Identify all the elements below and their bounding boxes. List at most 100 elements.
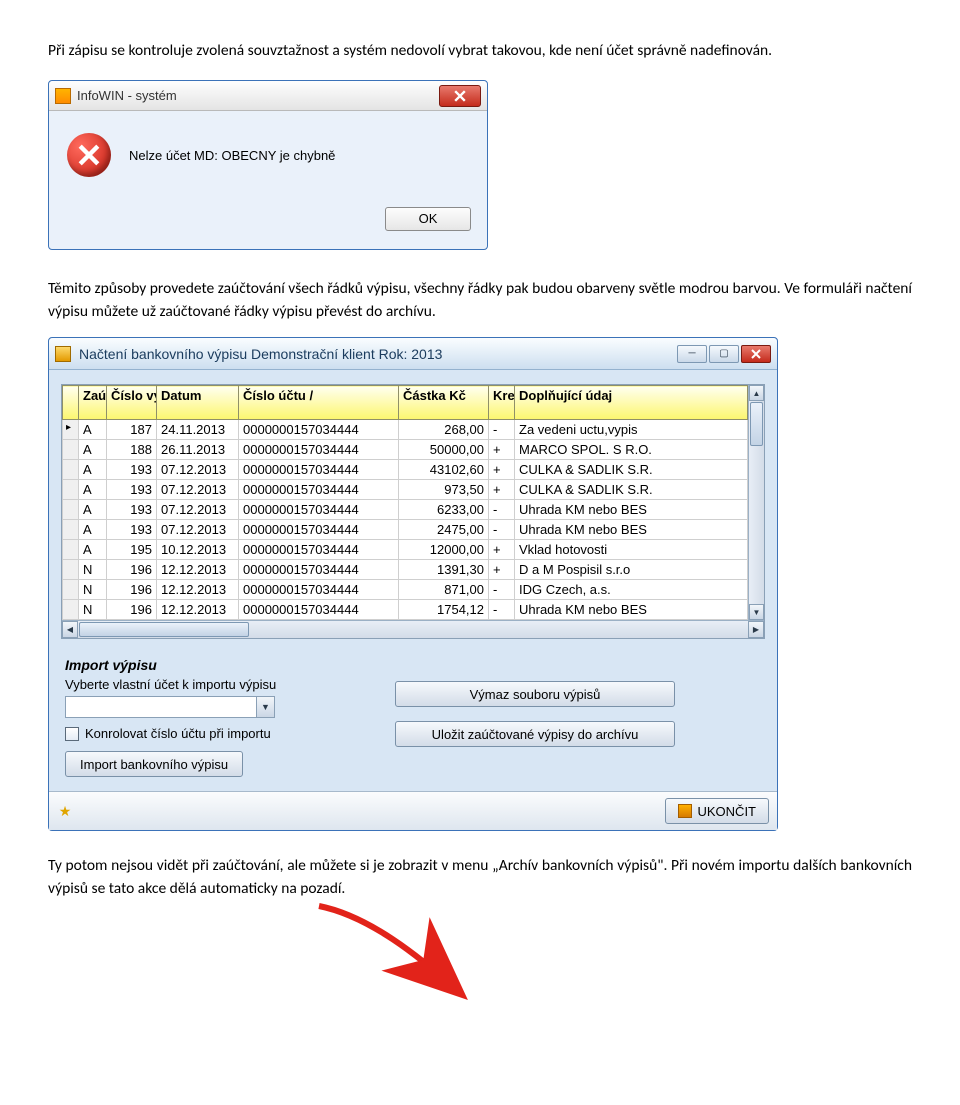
cell[interactable]: 07.12.2013 [157, 500, 239, 520]
cell[interactable]: D a M Pospisil s.r.o [515, 560, 748, 580]
window-titlebar[interactable]: Načtení bankovního výpisu Demonstrační k… [49, 338, 777, 370]
cell[interactable]: + [489, 540, 515, 560]
col-kredit[interactable]: Kre [489, 386, 515, 420]
table-row[interactable]: N19612.12.201300000001570344441754,12-Uh… [63, 600, 748, 620]
cell[interactable]: + [489, 460, 515, 480]
scroll-thumb[interactable] [750, 402, 763, 446]
cell[interactable]: 43102,60 [399, 460, 489, 480]
cell[interactable]: A [79, 500, 107, 520]
col-datum[interactable]: Datum [157, 386, 239, 420]
cell[interactable]: 195 [107, 540, 157, 560]
cell[interactable]: - [489, 500, 515, 520]
table-row[interactable]: A18724.11.20130000000157034444268,00-Za … [63, 420, 748, 440]
cell[interactable]: 871,00 [399, 580, 489, 600]
cell[interactable]: 07.12.2013 [157, 460, 239, 480]
cell[interactable]: - [489, 420, 515, 440]
maximize-button[interactable]: ▢ [709, 345, 739, 363]
cell[interactable]: 1754,12 [399, 600, 489, 620]
cell[interactable]: - [489, 600, 515, 620]
cell[interactable]: 50000,00 [399, 440, 489, 460]
cell[interactable]: 187 [107, 420, 157, 440]
account-combo[interactable]: ▼ [65, 696, 275, 718]
cell[interactable]: + [489, 560, 515, 580]
cell[interactable]: 6233,00 [399, 500, 489, 520]
cell[interactable]: 193 [107, 460, 157, 480]
cell[interactable]: N [79, 580, 107, 600]
col-cislo-uctu[interactable]: Číslo účtu / [239, 386, 399, 420]
cell[interactable]: N [79, 600, 107, 620]
cell[interactable]: 12.12.2013 [157, 600, 239, 620]
cell[interactable]: - [489, 520, 515, 540]
cell[interactable]: A [79, 440, 107, 460]
check-account-checkbox[interactable] [65, 727, 79, 741]
cell[interactable]: 0000000157034444 [239, 440, 399, 460]
cell[interactable]: Za vedeni uctu,vypis [515, 420, 748, 440]
cell[interactable]: Uhrada KM nebo BES [515, 520, 748, 540]
cell[interactable]: 188 [107, 440, 157, 460]
cell[interactable]: + [489, 440, 515, 460]
scroll-down-icon[interactable]: ▼ [749, 604, 764, 620]
cell[interactable]: 26.11.2013 [157, 440, 239, 460]
cell[interactable]: 0000000157034444 [239, 520, 399, 540]
cell[interactable]: 0000000157034444 [239, 580, 399, 600]
cell[interactable]: 0000000157034444 [239, 480, 399, 500]
cell[interactable]: 196 [107, 600, 157, 620]
table-row[interactable]: N19612.12.20130000000157034444871,00-IDG… [63, 580, 748, 600]
cell[interactable]: Uhrada KM nebo BES [515, 500, 748, 520]
vertical-scrollbar[interactable]: ▲ ▼ [748, 385, 764, 620]
cell[interactable]: - [489, 580, 515, 600]
close-button[interactable] [741, 345, 771, 363]
minimize-button[interactable]: ─ [677, 345, 707, 363]
cell[interactable]: 1391,30 [399, 560, 489, 580]
col-castka[interactable]: Částka Kč [399, 386, 489, 420]
cell[interactable]: 0000000157034444 [239, 560, 399, 580]
cell[interactable]: 196 [107, 580, 157, 600]
cell[interactable]: CULKA & SADLIK S.R. [515, 480, 748, 500]
col-doplnujici[interactable]: Doplňující údaj [515, 386, 748, 420]
cell[interactable]: Vklad hotovosti [515, 540, 748, 560]
cell[interactable]: 196 [107, 560, 157, 580]
import-statement-button[interactable]: Import bankovního výpisu [65, 751, 243, 777]
cell[interactable]: 12.12.2013 [157, 560, 239, 580]
scroll-right-icon[interactable]: ▶ [748, 621, 764, 638]
ok-button[interactable]: OK [385, 207, 471, 231]
archive-statements-button[interactable]: Uložit zaúčtované výpisy do archívu [395, 721, 675, 747]
cell[interactable]: MARCO SPOL. S R.O. [515, 440, 748, 460]
cell[interactable]: 193 [107, 480, 157, 500]
cell[interactable]: 0000000157034444 [239, 500, 399, 520]
star-icon[interactable]: ★ [57, 803, 73, 819]
scroll-left-icon[interactable]: ◀ [62, 621, 78, 638]
table-row[interactable]: N19612.12.201300000001570344441391,30+D … [63, 560, 748, 580]
cell[interactable]: 10.12.2013 [157, 540, 239, 560]
cell[interactable]: 193 [107, 500, 157, 520]
cell[interactable]: Uhrada KM nebo BES [515, 600, 748, 620]
delete-file-button[interactable]: Výmaz souboru výpisů [395, 681, 675, 707]
cell[interactable]: CULKA & SADLIK S.R. [515, 460, 748, 480]
statement-grid[interactable]: Zaú Číslo výpisu Datum Číslo účtu / Část… [61, 384, 765, 639]
hscroll-thumb[interactable] [79, 622, 249, 637]
cell[interactable]: 12000,00 [399, 540, 489, 560]
account-combo-input[interactable] [66, 697, 256, 717]
cell[interactable]: A [79, 520, 107, 540]
cell[interactable]: 0000000157034444 [239, 460, 399, 480]
table-row[interactable]: A19307.12.201300000001570344446233,00-Uh… [63, 500, 748, 520]
cell[interactable]: 24.11.2013 [157, 420, 239, 440]
table-row[interactable]: A19307.12.201300000001570344442475,00-Uh… [63, 520, 748, 540]
scroll-up-icon[interactable]: ▲ [749, 385, 764, 401]
exit-button[interactable]: UKONČIT [665, 798, 770, 824]
table-row[interactable]: A19307.12.2013000000015703444443102,60+C… [63, 460, 748, 480]
cell[interactable]: IDG Czech, a.s. [515, 580, 748, 600]
cell[interactable]: 193 [107, 520, 157, 540]
chevron-down-icon[interactable]: ▼ [256, 697, 274, 717]
col-zau[interactable]: Zaú [79, 386, 107, 420]
cell[interactable]: 973,50 [399, 480, 489, 500]
cell[interactable]: A [79, 540, 107, 560]
col-cislo-vypisu[interactable]: Číslo výpisu [107, 386, 157, 420]
cell[interactable]: 268,00 [399, 420, 489, 440]
cell[interactable]: + [489, 480, 515, 500]
horizontal-scrollbar[interactable]: ◀ ▶ [62, 620, 764, 638]
cell[interactable]: 12.12.2013 [157, 580, 239, 600]
dialog-titlebar[interactable]: InfoWIN - systém [49, 81, 487, 111]
cell[interactable]: 0000000157034444 [239, 600, 399, 620]
table-row[interactable]: A19510.12.2013000000015703444412000,00+V… [63, 540, 748, 560]
